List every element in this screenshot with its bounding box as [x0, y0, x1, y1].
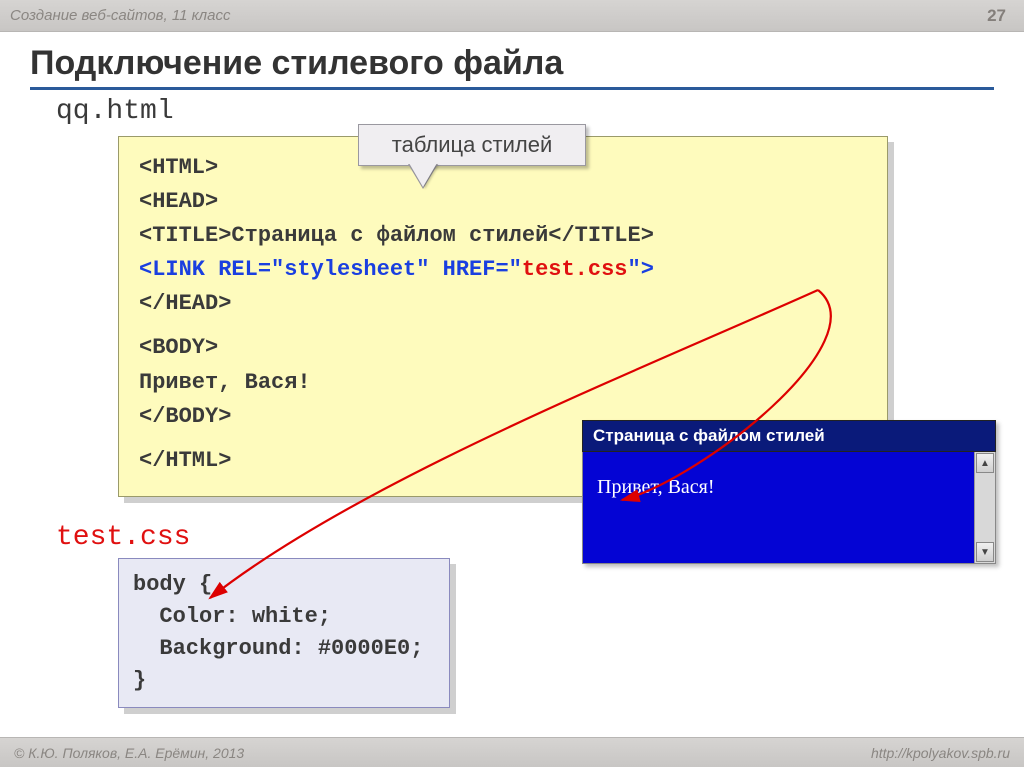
html-filename: qq.html — [56, 96, 1024, 127]
browser-viewport: Привет, Вася! ▲ ▼ — [582, 452, 996, 564]
code-line: </BODY> — [139, 404, 231, 429]
css-filename: test.css — [56, 522, 190, 553]
code-line: <HTML> — [139, 155, 218, 180]
header-bar: Создание веб-сайтов, 11 класс 27 — [0, 0, 1024, 32]
scroll-up-icon[interactable]: ▲ — [976, 453, 994, 473]
css-line: } — [133, 665, 435, 697]
code-line: </HEAD> — [139, 291, 231, 316]
callout-text: таблица стилей — [392, 132, 552, 157]
css-line: Color: white; — [133, 601, 435, 633]
code-line: <HEAD> — [139, 189, 218, 214]
browser-preview: Страница с файлом стилей Привет, Вася! ▲… — [582, 420, 996, 564]
slide-title: Подключение стилевого файла — [30, 44, 994, 90]
footer-url: http://kpolyakov.spb.ru — [871, 745, 1010, 761]
link-href-value: test.css — [522, 257, 628, 282]
course-title: Создание веб-сайтов, 11 класс — [10, 7, 230, 24]
code-tag: </TITLE> — [548, 223, 654, 248]
css-line: body { — [133, 569, 435, 601]
browser-content: Привет, Вася! — [597, 476, 715, 498]
css-code-block: body { Color: white; Background: #0000E0… — [118, 558, 450, 708]
code-line: <BODY> — [139, 335, 218, 360]
code-line: Привет, Вася! — [139, 370, 311, 395]
css-line: Background: #0000E0; — [133, 633, 435, 665]
link-tag-part1: <LINK REL="stylesheet" HREF=" — [139, 257, 522, 282]
style-table-callout: таблица стилей — [358, 124, 586, 166]
browser-titlebar: Страница с файлом стилей — [582, 420, 996, 452]
page-number: 27 — [987, 6, 1006, 26]
footer-bar: © К.Ю. Поляков, Е.А. Ерёмин, 2013 http:/… — [0, 737, 1024, 767]
link-tag-part2: "> — [628, 257, 654, 282]
code-tag: <TITLE> — [139, 223, 231, 248]
copyright: © К.Ю. Поляков, Е.А. Ерёмин, 2013 — [14, 745, 244, 761]
code-line: </HTML> — [139, 448, 231, 473]
scrollbar[interactable]: ▲ ▼ — [974, 452, 995, 563]
code-text: Страница с файлом стилей — [231, 223, 548, 248]
scroll-down-icon[interactable]: ▼ — [976, 542, 994, 562]
